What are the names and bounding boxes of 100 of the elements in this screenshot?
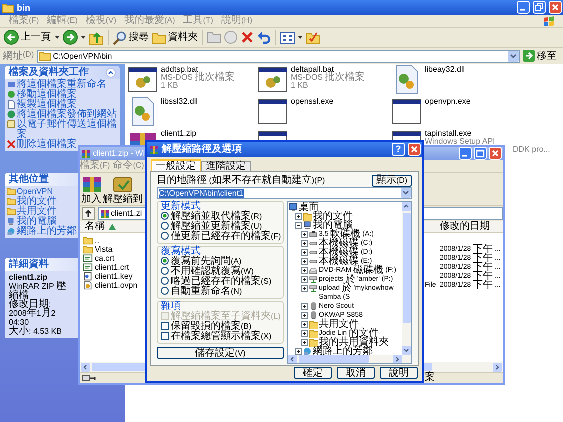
back-button[interactable]: 上一頁	[3, 29, 52, 46]
dialog-button[interactable]: 確定	[294, 367, 332, 379]
task-link[interactable]: 我的電腦	[17, 217, 57, 227]
views-icon[interactable]	[280, 32, 295, 44]
maximize-button[interactable]	[474, 147, 487, 160]
save-settings-button[interactable]: 儲存設定(V)	[157, 347, 284, 359]
radio-button[interactable]	[161, 222, 169, 230]
task-link[interactable]: 網路上的芳鄰	[17, 227, 77, 237]
task-link[interactable]: 刪除這個檔案	[17, 140, 77, 150]
dialog-button[interactable]: 說明	[380, 367, 418, 379]
file-name[interactable]: tapinstall.exe	[425, 130, 550, 138]
dropdown-button[interactable]	[508, 50, 519, 62]
close-button[interactable]	[489, 147, 502, 160]
folders-button[interactable]: 資料夾	[152, 29, 198, 46]
scroll-down-icon[interactable]	[402, 346, 411, 355]
radio-button[interactable]	[161, 212, 169, 220]
restore-button[interactable]	[533, 1, 546, 14]
go-button[interactable]: 移至	[523, 50, 560, 62]
tree-item[interactable]: 桌面	[299, 203, 319, 212]
tab[interactable]: 一般設定	[151, 159, 201, 171]
expand-icon[interactable]	[301, 312, 308, 319]
caret-icon[interactable]	[298, 36, 303, 39]
file-name[interactable]: ..	[95, 236, 100, 245]
task-link[interactable]: 移動這個檔案	[17, 90, 77, 100]
address-field[interactable]: C:\OpenVPN\bin	[37, 50, 520, 62]
file-name[interactable]: client1.zip	[161, 130, 197, 138]
file-name[interactable]: Vista	[95, 245, 113, 254]
show-button[interactable]: 顯示(D)	[372, 174, 412, 186]
radio-button[interactable]	[161, 257, 169, 265]
expand-icon[interactable]	[301, 249, 308, 256]
close-button[interactable]	[408, 143, 421, 156]
expand-icon[interactable]	[301, 330, 308, 337]
column-header[interactable]: 名稱	[85, 222, 105, 232]
expand-icon[interactable]	[301, 276, 308, 283]
tree-item[interactable]: 我的電腦	[313, 221, 353, 230]
file-name[interactable]: client1.key	[95, 272, 133, 281]
scroll-right-icon[interactable]	[393, 354, 402, 363]
tab[interactable]: 進階設定	[201, 161, 251, 171]
task-link[interactable]: 將這個檔案重新命名	[17, 80, 107, 90]
search-button[interactable]: 搜尋	[113, 29, 149, 46]
folder-check-icon[interactable]	[306, 31, 320, 44]
scroll-thumb[interactable]	[402, 213, 410, 323]
tree-item[interactable]: 我的文件	[313, 212, 353, 221]
radio-button[interactable]	[161, 267, 169, 275]
file-name[interactable]: client1.ovpn	[95, 281, 138, 290]
caret-icon[interactable]	[55, 36, 60, 39]
scroll-thumb[interactable]	[299, 355, 369, 363]
scroll-up-icon[interactable]	[402, 202, 411, 211]
expand-icon[interactable]	[301, 285, 308, 292]
tree-item[interactable]: 共用文件	[319, 320, 359, 329]
window-icon[interactable]	[258, 97, 288, 127]
toolbar-button[interactable]: 加入	[80, 173, 103, 205]
vertical-scrollbar[interactable]	[402, 202, 411, 355]
expand-icon[interactable]	[301, 339, 308, 346]
forward-button[interactable]	[63, 30, 78, 45]
radio-button[interactable]	[161, 232, 169, 240]
radio-button[interactable]	[161, 277, 169, 285]
file-name[interactable]: openvpn.exe	[425, 98, 471, 106]
task-link[interactable]: 共用文件	[17, 207, 57, 217]
dropdown-button[interactable]	[401, 188, 411, 198]
minimize-button[interactable]	[459, 147, 472, 160]
close-button[interactable]	[549, 1, 562, 14]
expand-icon[interactable]	[301, 321, 308, 328]
undo-icon[interactable]	[257, 31, 271, 44]
caret-icon[interactable]	[81, 36, 86, 39]
window-icon[interactable]	[392, 97, 422, 127]
minimize-button[interactable]	[517, 1, 530, 14]
help-button[interactable]: ?	[392, 143, 405, 156]
file-name[interactable]: libssl32.dll	[161, 98, 198, 106]
dialog-button[interactable]: 取消	[337, 367, 375, 379]
checkbox[interactable]	[161, 322, 169, 330]
task-link[interactable]: 我的文件	[17, 197, 57, 207]
delete-icon[interactable]	[241, 31, 254, 44]
expand-icon[interactable]	[301, 240, 308, 247]
scroll-left-icon[interactable]	[81, 362, 90, 372]
scroll-right-icon[interactable]	[493, 362, 502, 372]
radio-button[interactable]	[161, 287, 169, 295]
task-link[interactable]: 以電子郵件傳送這個檔案	[17, 120, 118, 140]
checkbox[interactable]	[161, 332, 169, 340]
file-name[interactable]: openssl.exe	[291, 98, 334, 106]
toolbar-button[interactable]: 解壓縮到	[103, 173, 143, 205]
task-link[interactable]: OpenVPN	[17, 187, 54, 197]
scroll-left-icon[interactable]	[288, 354, 297, 363]
expand-icon[interactable]	[301, 258, 308, 265]
up-folder-button[interactable]	[82, 207, 95, 220]
expand-icon[interactable]	[301, 231, 308, 238]
task-link[interactable]: 將這個檔案發佈到網站	[17, 110, 117, 120]
window-gear-icon[interactable]	[258, 65, 288, 95]
task-link[interactable]: 複製這個檔案	[17, 100, 77, 110]
file-name[interactable]: libeay32.dll	[425, 66, 466, 74]
horizontal-scrollbar[interactable]	[288, 355, 411, 363]
path-combo-box[interactable]: C:\OpenVPN\bin\client1	[157, 187, 412, 199]
expand-icon[interactable]	[295, 348, 302, 355]
file-name[interactable]: client1.crt	[95, 263, 130, 272]
tree-item[interactable]: 網路上的芳鄰	[313, 347, 373, 356]
expand-icon[interactable]	[301, 303, 308, 310]
expand-icon[interactable]	[301, 267, 308, 274]
file-name[interactable]: ca.crt	[95, 254, 115, 263]
column-header[interactable]: 修改的日期	[440, 222, 503, 232]
window-gear-icon[interactable]	[128, 65, 158, 95]
